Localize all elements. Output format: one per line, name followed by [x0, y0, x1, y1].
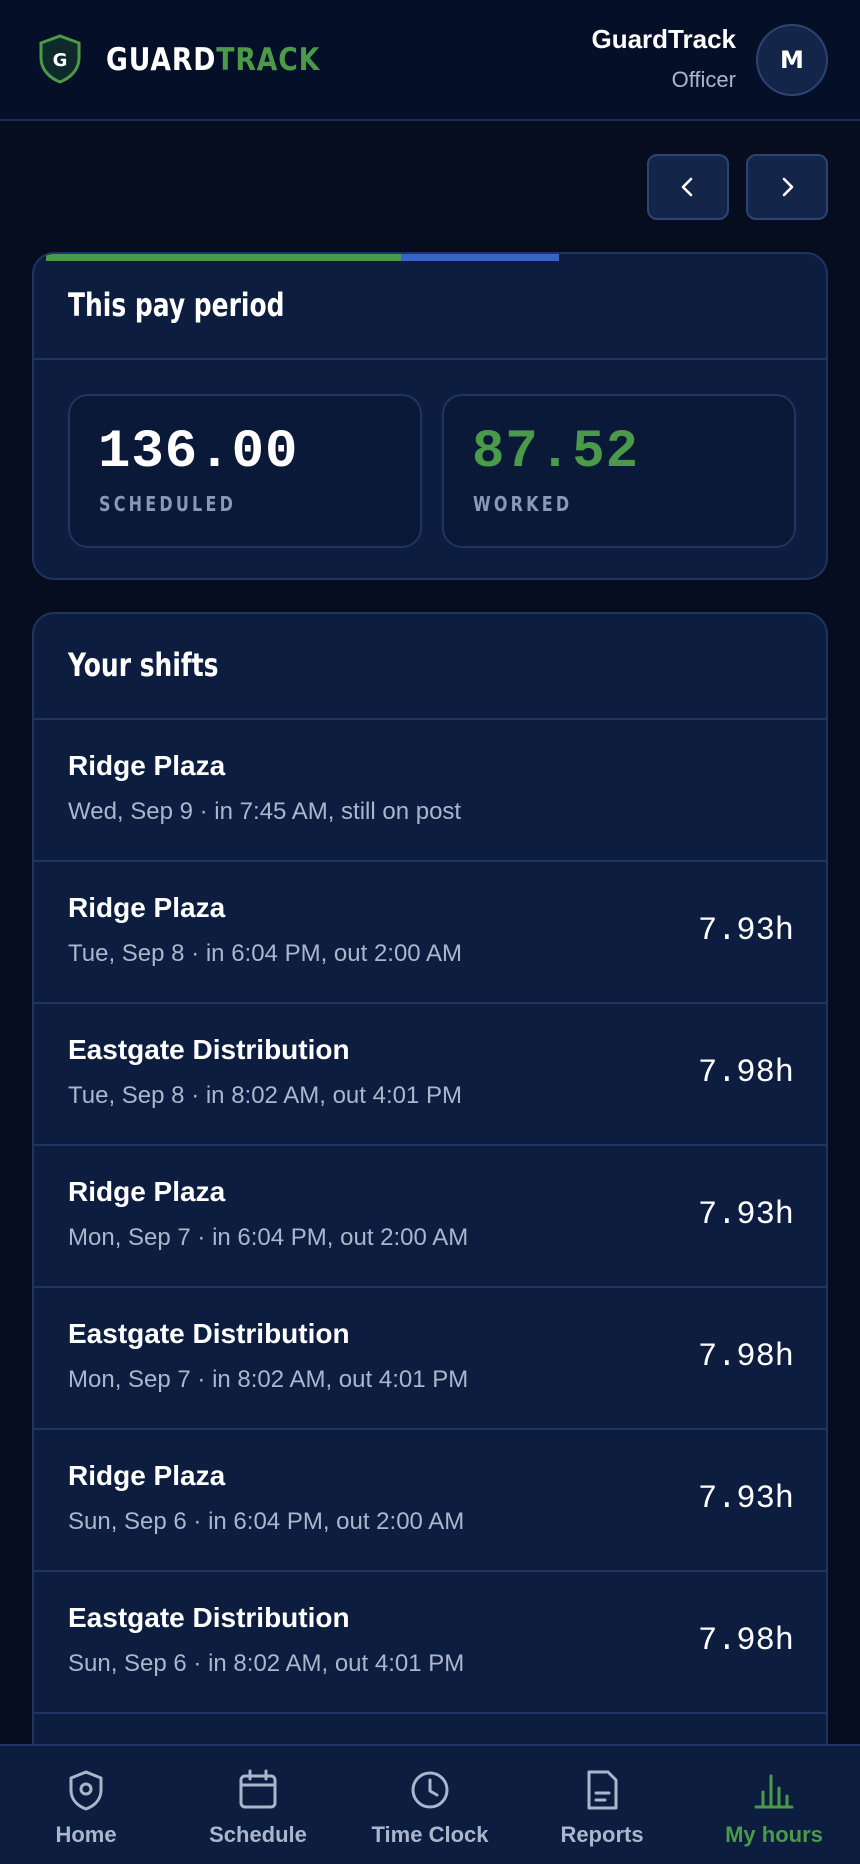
nav-item-home[interactable]: Home — [0, 1746, 172, 1864]
nav-item-reports[interactable]: Reports — [516, 1746, 688, 1864]
shift-site: Eastgate Distribution — [68, 1602, 350, 1633]
worked-value: 87.52 — [472, 422, 640, 483]
nav-label-time-clock: Time Clock — [371, 1822, 489, 1847]
shift-site: Ridge Plaza — [68, 750, 226, 781]
shift-detail: Tue, Sep 8 · in 8:02 AM, out 4:01 PM — [68, 1082, 462, 1109]
nav-item-time-clock[interactable]: Time Clock — [344, 1746, 516, 1864]
chevron-left-icon — [681, 177, 693, 197]
shield-logo-icon: G — [39, 34, 81, 84]
nav-label-my-hours: My hours — [725, 1822, 823, 1847]
previous-period-button[interactable] — [647, 154, 729, 220]
shift-row[interactable]: Ridge Plaza Mon, Sep 7 · in 6:04 PM, out … — [34, 1144, 826, 1286]
shift-row[interactable]: Eastgate Distribution Sun, Sep 6 · in 8:0… — [34, 1570, 826, 1712]
shift-hours: 7.93h — [697, 1196, 794, 1233]
shift-site: Eastgate Distribution — [68, 1034, 350, 1065]
calendar-icon — [239, 1769, 277, 1809]
pay-period-title: This pay period — [68, 286, 285, 324]
shift-row[interactable]: Ridge Plaza Tue, Sep 8 · in 6:04 PM, out … — [34, 860, 826, 1002]
shift-hours: 7.98h — [697, 1054, 794, 1091]
scheduled-progress-bar — [401, 254, 559, 261]
shift-site: Ridge Plaza — [68, 892, 226, 923]
nav-item-schedule[interactable]: Schedule — [172, 1746, 344, 1864]
shift-row[interactable]: Eastgate Distribution Mon, Sep 7 · in 8:0… — [34, 1286, 826, 1428]
shift-detail: Wed, Sep 9 · in 7:45 AM, still on post — [68, 798, 462, 825]
shift-detail: Sun, Sep 6 · in 6:04 PM, out 2:00 AM — [68, 1508, 465, 1535]
card-divider — [34, 358, 826, 360]
nav-label-reports: Reports — [560, 1822, 644, 1847]
nav-label-home: Home — [55, 1822, 117, 1847]
scheduled-stat: 136.00 SCHEDULED — [68, 394, 422, 548]
shift-site: Ridge Plaza — [68, 1176, 226, 1207]
user-name: GuardTrack — [591, 24, 736, 54]
shift-detail: Tue, Sep 8 · in 6:04 PM, out 2:00 AM — [68, 940, 462, 967]
app-header: G GUARDTRACK GuardTrack Officer M — [0, 0, 860, 121]
pay-period-card: This pay period 136.00 SCHEDULED 87.52 W… — [32, 252, 828, 580]
shield-icon — [69, 1770, 103, 1811]
scheduled-value: 136.00 — [98, 422, 299, 483]
shift-hours: 7.98h — [697, 1622, 794, 1659]
shift-site: Ridge Plaza — [68, 1460, 226, 1491]
worked-progress-bar — [46, 254, 403, 261]
brand-wordmark[interactable]: GUARDTRACK — [106, 38, 320, 82]
avatar[interactable]: M — [756, 24, 828, 96]
brand-part-guard: GUARD — [106, 42, 217, 78]
bottom-navigation: Home Schedule Time Clock Reports My hour… — [0, 1744, 860, 1864]
shift-row[interactable]: Ridge Plaza Sun, Sep 6 · in 6:04 PM, out … — [34, 1428, 826, 1570]
worked-stat: 87.52 WORKED — [442, 394, 796, 548]
brand-part-track: TRACK — [216, 42, 321, 78]
shift-hours: 7.98h — [697, 1338, 794, 1375]
bar-chart-icon — [754, 1774, 794, 1809]
shift-row[interactable]: Eastgate Distribution Tue, Sep 8 · in 8:0… — [34, 1002, 826, 1144]
shift-hours: 7.93h — [697, 912, 794, 949]
nav-label-schedule: Schedule — [209, 1822, 307, 1847]
nav-item-my-hours[interactable]: My hours — [688, 1746, 860, 1864]
shift-hours: 7.93h — [697, 1480, 794, 1517]
user-role: Officer — [671, 67, 736, 92]
document-icon — [587, 1770, 618, 1810]
shifts-title: Your shifts — [68, 646, 219, 684]
shift-row[interactable]: Ridge Plaza Wed, Sep 9 · in 7:45 AM, stil… — [34, 718, 826, 860]
scheduled-label: SCHEDULED — [99, 492, 237, 516]
worked-label: WORKED — [473, 492, 573, 516]
clock-icon — [411, 1771, 449, 1809]
shift-detail: Mon, Sep 7 · in 6:04 PM, out 2:00 AM — [68, 1224, 469, 1251]
next-period-button[interactable] — [746, 154, 828, 220]
chevron-right-icon — [782, 177, 794, 197]
shifts-card: Your shifts Ridge Plaza Wed, Sep 9 · in 7… — [32, 612, 828, 1864]
shift-site: Eastgate Distribution — [68, 1318, 350, 1349]
shift-detail: Mon, Sep 7 · in 8:02 AM, out 4:01 PM — [68, 1366, 469, 1393]
logo-letter: G — [53, 50, 68, 71]
shift-detail: Sun, Sep 6 · in 8:02 AM, out 4:01 PM — [68, 1650, 465, 1677]
